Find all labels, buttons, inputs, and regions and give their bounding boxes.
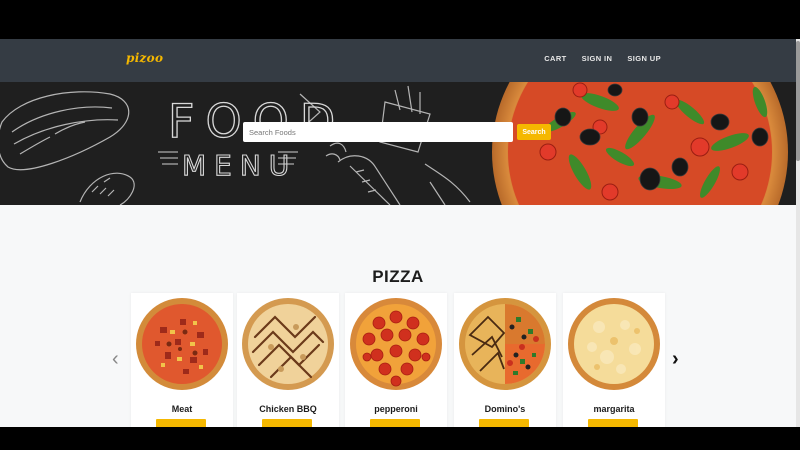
pizza-image-margarita — [568, 298, 660, 390]
pizza-image-pepperoni — [350, 298, 442, 390]
pizza-name: Meat — [171, 404, 193, 414]
add-to-cart-button[interactable] — [262, 419, 312, 427]
pizza-name: Domino's — [484, 404, 526, 414]
add-to-cart-button[interactable] — [156, 419, 206, 427]
carousel-prev-icon[interactable]: ‹ — [112, 349, 119, 369]
search-foods-input[interactable] — [243, 122, 513, 142]
nav-sign-in-link[interactable]: SIGN IN — [582, 54, 613, 63]
pizza-image-dominos — [459, 298, 551, 390]
pizza-name: pepperoni — [374, 404, 418, 414]
browser-viewport: pizoo CART SIGN IN SIGN UP FOOD MENU Sea… — [0, 39, 796, 427]
pizza-card-dominos[interactable]: Domino's — [454, 293, 556, 427]
pizza-card-margarita[interactable]: margarita — [563, 293, 665, 427]
scrollbar-thumb[interactable] — [796, 41, 800, 161]
pizza-card-meat[interactable]: Meat — [131, 293, 233, 427]
add-to-cart-button[interactable] — [588, 419, 638, 427]
hero-pizza-photo — [492, 82, 788, 205]
add-to-cart-button[interactable] — [479, 419, 529, 427]
hero-illustration: FOOD MENU — [0, 82, 796, 205]
pizza-card-pepperoni[interactable]: pepperoni — [345, 293, 447, 427]
search-button[interactable]: Search — [517, 124, 551, 140]
pizza-image-meat — [136, 298, 228, 390]
pizza-image-chicken-bbq — [242, 298, 334, 390]
site-logo[interactable]: pizoo — [126, 51, 163, 65]
add-to-cart-button[interactable] — [370, 419, 420, 427]
hero-banner: FOOD MENU Search Foods Search — [0, 82, 796, 205]
navbar: pizoo CART SIGN IN SIGN UP — [0, 39, 796, 82]
pizza-card-chicken-bbq[interactable]: Chicken BBQ — [237, 293, 339, 427]
section-title: PIZZA — [372, 267, 424, 286]
banner-word-menu: MENU — [182, 149, 297, 182]
nav-sign-up-link[interactable]: SIGN UP — [627, 54, 661, 63]
pizza-name: margarita — [593, 404, 635, 414]
carousel-next-icon[interactable]: › — [672, 349, 679, 369]
nav-links: CART SIGN IN SIGN UP — [544, 54, 661, 63]
nav-cart-link[interactable]: CART — [544, 54, 566, 63]
pizza-name: Chicken BBQ — [259, 404, 317, 414]
page-scrollbar[interactable] — [796, 39, 800, 427]
